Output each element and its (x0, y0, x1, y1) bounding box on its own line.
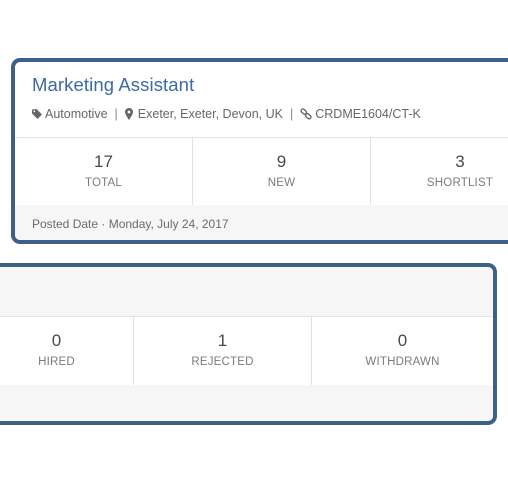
stat-total[interactable]: 17 TOTAL (15, 138, 193, 205)
stat-withdrawn[interactable]: 0 WITHDRAWN (312, 317, 493, 385)
job-industry: Automotive (45, 107, 108, 121)
stats-row-top: 17 TOTAL 9 NEW 3 SHORTLIST (15, 137, 508, 206)
stat-value: 3 (455, 152, 465, 171)
stat-label: SHORTLIST (426, 177, 494, 189)
job-card-secondary-footer (0, 385, 493, 421)
stat-label: REJECTED (191, 356, 254, 368)
stat-value: 17 (94, 152, 113, 171)
job-title-link[interactable]: Marketing Assistant (32, 74, 194, 96)
job-meta-row: Automotive | Exeter, Exeter, Devon, UK |… (32, 107, 421, 121)
stat-shortlist[interactable]: 3 SHORTLIST (371, 138, 508, 205)
stat-value: 9 (276, 152, 287, 171)
job-card: Marketing Assistant Automotive | Exeter,… (11, 58, 508, 244)
link-icon (300, 108, 312, 120)
stats-row-bottom: 0 HIRED 1 REJECTED 0 WITHDRAWN (0, 316, 493, 386)
job-location: Exeter, Exeter, Devon, UK (137, 107, 283, 121)
map-marker-icon (124, 108, 135, 120)
job-card-secondary: 0 HIRED 1 REJECTED 0 WITHDRAWN (0, 263, 497, 425)
job-stats-view: Marketing Assistant Automotive | Exeter,… (0, 0, 508, 487)
posted-date: Posted Date · Monday, July 24, 2017 (32, 217, 229, 231)
stat-rejected[interactable]: 1 REJECTED (134, 317, 312, 385)
stat-value: 1 (217, 331, 228, 350)
stat-hired[interactable]: 0 HIRED (0, 317, 134, 385)
meta-separator: | (290, 107, 294, 121)
stat-value: 0 (51, 331, 62, 350)
stat-label: WITHDRAWN (365, 356, 440, 368)
stat-label: NEW (267, 177, 296, 189)
job-card-header: Marketing Assistant Automotive | Exeter,… (15, 62, 508, 137)
meta-separator: | (114, 107, 118, 121)
stat-label: HIRED (38, 356, 75, 368)
tag-icon (32, 108, 42, 120)
job-reference: CRDME1604/CT-K (315, 107, 421, 121)
job-card-secondary-header (0, 267, 493, 316)
stat-new[interactable]: 9 NEW (193, 138, 371, 205)
stat-label: TOTAL (85, 177, 122, 189)
job-card-footer: Posted Date · Monday, July 24, 2017 (15, 205, 508, 240)
stat-value: 0 (397, 331, 408, 350)
